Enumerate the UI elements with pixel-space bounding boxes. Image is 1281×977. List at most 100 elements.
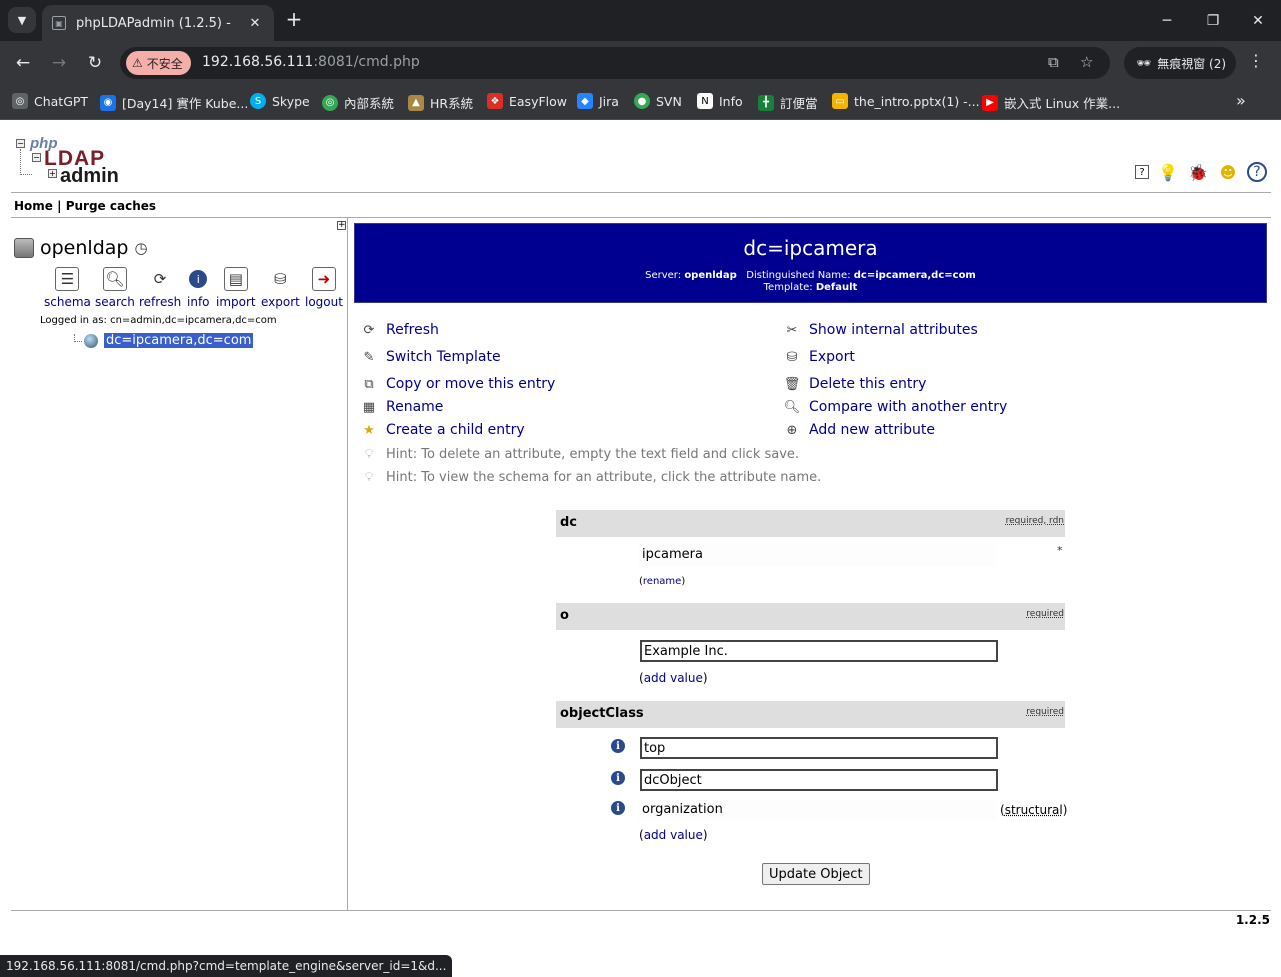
phpldapadmin-logo[interactable]: − − + php LDAP admin xyxy=(16,135,126,187)
info-icon[interactable]: i xyxy=(611,771,625,785)
lightbulb-icon[interactable]: 💡 xyxy=(1157,161,1179,183)
o-input[interactable] xyxy=(640,640,998,662)
hint-schema: 💡︎ Hint: To view the schema for an attrib… xyxy=(360,468,821,486)
tool-info[interactable]: i info xyxy=(187,267,210,309)
update-object-button[interactable]: Update Object xyxy=(762,863,870,885)
lightbulb-icon: 💡︎ xyxy=(364,469,374,485)
address-bar[interactable]: ⚠ 不安全 192.168.56.111:8081/cmd.php ⧉ ☆ xyxy=(120,47,1110,79)
new-tab-button[interactable]: + xyxy=(283,8,305,30)
bookmark-item[interactable]: ▶ 嵌入式 Linux 作業... xyxy=(982,93,1120,112)
bookmark-item[interactable]: ● SVN xyxy=(634,93,682,109)
slides-icon: ▭ xyxy=(832,93,848,109)
switch-template-action[interactable]: ✎ Switch Template xyxy=(360,348,501,366)
question-help-icon[interactable]: ? xyxy=(1247,162,1267,182)
attribute-name[interactable]: dc xyxy=(560,515,577,530)
clock-icon[interactable]: ◷ xyxy=(134,239,147,257)
divider xyxy=(11,192,1271,193)
security-indicator[interactable]: ⚠ 不安全 xyxy=(126,51,191,75)
tab-search-dropdown[interactable]: ▼ xyxy=(8,7,36,33)
smiley-icon[interactable]: ☻ xyxy=(1217,161,1239,183)
incognito-icon: 🕶 xyxy=(1136,56,1152,70)
add-attribute-action[interactable]: ⊕ Add new attribute xyxy=(783,421,935,439)
header-icons: ? 💡 🐞 ☻ ? xyxy=(1135,161,1267,183)
server-name[interactable]: openldap xyxy=(40,237,128,259)
refresh-icon: ⟳ xyxy=(153,270,167,288)
incognito-indicator[interactable]: 🕶 無痕視窗 (2) xyxy=(1124,47,1236,79)
entry-info: Server: openldap Distinguished Name: dc=… xyxy=(645,270,976,293)
insecure-label: 不安全 xyxy=(146,56,183,71)
svn-icon: ● xyxy=(634,93,650,109)
rename-link[interactable]: rename xyxy=(643,576,681,587)
bookmark-item[interactable]: ◎ 內部系統 xyxy=(322,93,394,112)
bookmarks-overflow-icon[interactable]: » xyxy=(1236,91,1246,110)
compare-action[interactable]: 🔍︎ Compare with another entry xyxy=(783,398,1008,416)
copy-move-action[interactable]: ⧉ Copy or move this entry xyxy=(360,375,555,393)
bookmark-item[interactable]: ▭ the_intro.pptx(1) -... xyxy=(832,93,980,109)
jira-icon: ◆ xyxy=(577,93,593,109)
entry-title: dc=ipcamera xyxy=(743,236,878,260)
trash-icon: 🗑︎ xyxy=(783,376,801,392)
panel-separator xyxy=(347,218,348,911)
rename-action[interactable]: ▦ Rename xyxy=(360,398,444,416)
objectclass-input[interactable] xyxy=(640,769,998,791)
export-action[interactable]: ⛁ Export xyxy=(783,348,855,366)
forward-button[interactable]: → xyxy=(47,51,71,75)
reload-button[interactable]: ↻ xyxy=(83,51,107,75)
translate-icon[interactable]: ⧉ xyxy=(1048,53,1059,71)
skype-icon: S xyxy=(250,93,266,109)
bookmark-item[interactable]: ◎ ChatGPT xyxy=(12,93,88,109)
info-icon: i xyxy=(189,270,208,288)
info-icon[interactable]: i xyxy=(611,739,625,753)
attribute-name[interactable]: o xyxy=(560,608,569,623)
import-icon: ▤ xyxy=(223,267,248,291)
help-icon[interactable]: ? xyxy=(1135,165,1149,179)
add-value-wrap: (add value) xyxy=(639,828,708,842)
sheets-icon: ╋ xyxy=(758,94,774,111)
tab-title: phpLDAPadmin (1.2.5) - xyxy=(76,15,231,31)
home-link[interactable]: Home xyxy=(14,199,53,213)
bookmark-item[interactable]: ▲ HR系統 xyxy=(408,93,473,112)
tool-logout[interactable]: ➜ logout xyxy=(305,267,343,309)
close-window-button[interactable]: ✕ xyxy=(1235,0,1281,41)
tree-node-label[interactable]: dc=ipcamera,dc=com xyxy=(104,333,254,348)
delete-action[interactable]: 🗑︎ Delete this entry xyxy=(783,375,927,393)
show-internal-action[interactable]: ✂ Show internal attributes xyxy=(783,321,978,339)
version-label: 1.2.5 xyxy=(1235,913,1270,927)
tool-export[interactable]: ⛁ export xyxy=(261,267,300,309)
create-child-action[interactable]: ★ Create a child entry xyxy=(360,421,525,439)
tool-refresh[interactable]: ⟳ refresh xyxy=(139,267,181,309)
restore-button[interactable]: ❐ xyxy=(1190,0,1236,41)
logout-icon: ➜ xyxy=(311,267,336,291)
tool-import[interactable]: ▤ import xyxy=(216,267,256,309)
back-button[interactable]: ← xyxy=(11,51,35,75)
add-value-link[interactable]: add value xyxy=(644,671,703,685)
browser-menu-icon[interactable]: ⋮ xyxy=(1248,51,1264,70)
add-attribute-icon: ⊕ xyxy=(786,422,798,438)
refresh-action[interactable]: ⟳ Refresh xyxy=(360,321,439,339)
bookmark-item[interactable]: ❖ EasyFlow xyxy=(487,93,567,109)
bookmark-item[interactable]: N Info xyxy=(697,93,743,109)
bookmarks-bar: ◎ ChatGPT ◉ [Day14] 實作 Kube... S Skype ◎ 內部系… xyxy=(0,85,1281,120)
attribute-name[interactable]: objectClass xyxy=(560,706,644,721)
minimize-button[interactable]: ─ xyxy=(1144,0,1190,41)
expand-icon[interactable]: + xyxy=(337,221,346,230)
add-value-link[interactable]: add value xyxy=(644,828,703,842)
tool-search[interactable]: 🔍︎ search xyxy=(95,267,135,309)
browser-tab[interactable]: ▣ phpLDAPadmin (1.2.5) - ✕ xyxy=(42,5,274,41)
bookmark-item[interactable]: ◉ [Day14] 實作 Kube... xyxy=(100,93,248,112)
bookmark-item[interactable]: ╋ 訂便當 xyxy=(758,93,818,112)
objectclass-input[interactable] xyxy=(640,737,998,759)
attribute-flags: required xyxy=(1026,609,1064,619)
bookmark-star-icon[interactable]: ☆ xyxy=(1080,53,1093,71)
url-text[interactable]: 192.168.56.111:8081/cmd.php xyxy=(202,54,420,70)
bug-icon[interactable]: 🐞 xyxy=(1187,161,1209,183)
bookmark-item[interactable]: S Skype xyxy=(250,93,310,109)
tab-close-icon[interactable]: ✕ xyxy=(246,16,264,31)
info-icon[interactable]: i xyxy=(611,801,625,815)
tool-schema[interactable]: ☰ schema xyxy=(44,267,91,309)
tree-node[interactable]: dc=ipcamera,dc=com xyxy=(74,333,254,348)
copy-icon: ⧉ xyxy=(364,376,374,392)
entry-header: dc=ipcamera Server: openldap Distinguish… xyxy=(354,223,1267,303)
bookmark-item[interactable]: ◆ Jira xyxy=(577,93,619,109)
purge-caches-link[interactable]: Purge caches xyxy=(66,199,156,213)
